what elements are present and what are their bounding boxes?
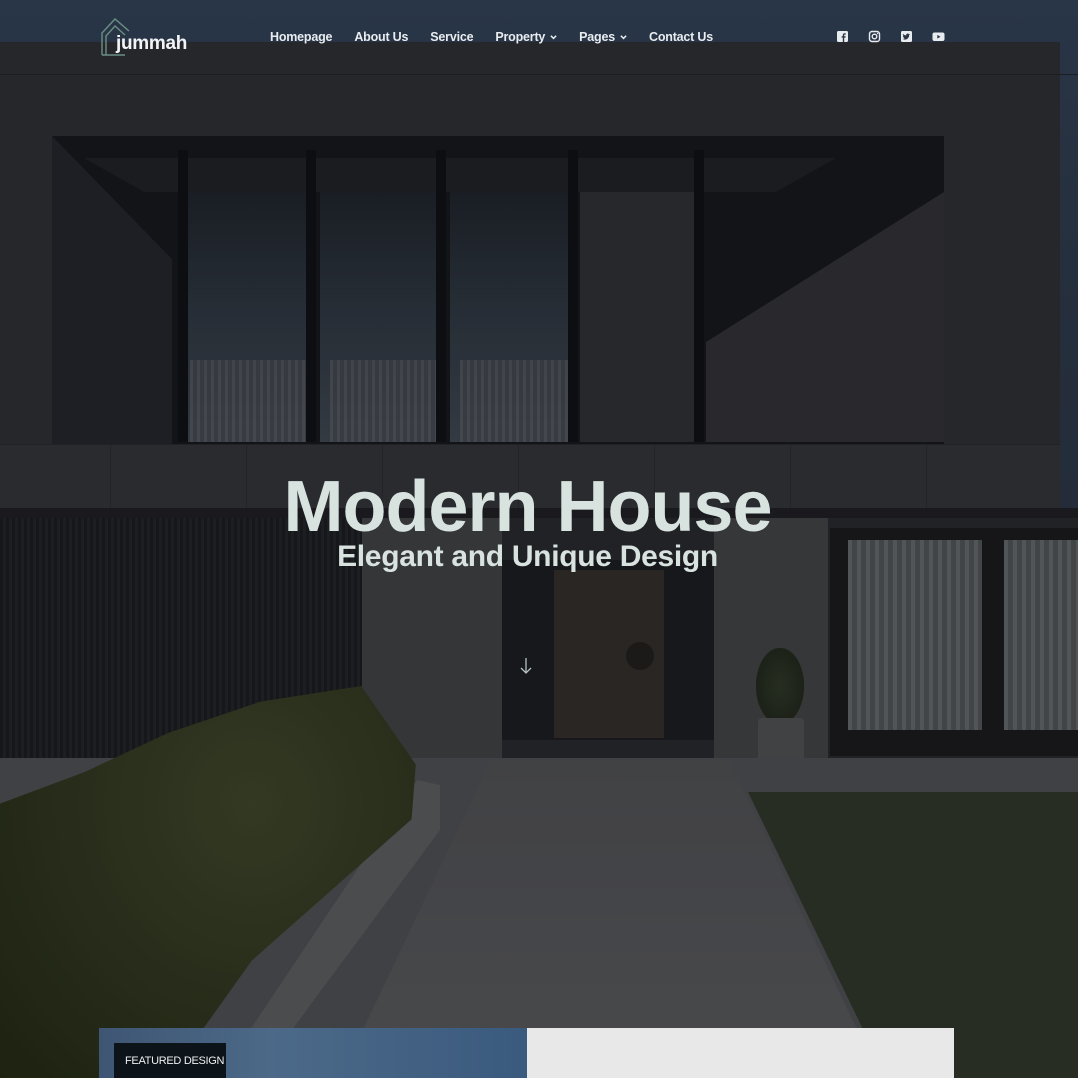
facebook-icon[interactable] (836, 30, 850, 44)
nav-item-property[interactable]: Property (495, 30, 557, 44)
nav-label: Homepage (270, 30, 333, 44)
nav-item-contact-us[interactable]: Contact Us (649, 30, 713, 44)
site-header: jummah Homepage About Us Service Propert… (0, 0, 1078, 76)
brand-name: jummah (116, 33, 188, 54)
nav-item-pages[interactable]: Pages (579, 30, 627, 44)
nav-item-about-us[interactable]: About Us (354, 30, 408, 44)
nav-label: Property (495, 30, 546, 44)
youtube-icon[interactable] (932, 30, 946, 44)
nav-item-homepage[interactable]: Homepage (270, 30, 333, 44)
chevron-down-icon (550, 34, 557, 39)
featured-badge: FEATURED DESIGN (114, 1043, 226, 1078)
hero-subtitle: Elegant and Unique Design (337, 540, 718, 573)
brand-logo[interactable]: jummah (101, 17, 191, 59)
featured-content-card (527, 1028, 954, 1078)
chevron-down-icon (620, 34, 627, 39)
twitter-icon[interactable] (900, 30, 914, 44)
social-links (836, 30, 946, 44)
nav-label: About Us (354, 30, 409, 44)
hero-title: Modern House (283, 467, 772, 547)
nav-label: Contact Us (649, 30, 713, 44)
nav-label: Service (430, 30, 474, 44)
main-nav: Homepage About Us Service Property Pages… (270, 30, 735, 44)
instagram-icon[interactable] (868, 30, 882, 44)
nav-item-service[interactable]: Service (430, 30, 473, 44)
arrow-down-icon[interactable] (518, 656, 534, 676)
nav-label: Pages (579, 30, 616, 44)
